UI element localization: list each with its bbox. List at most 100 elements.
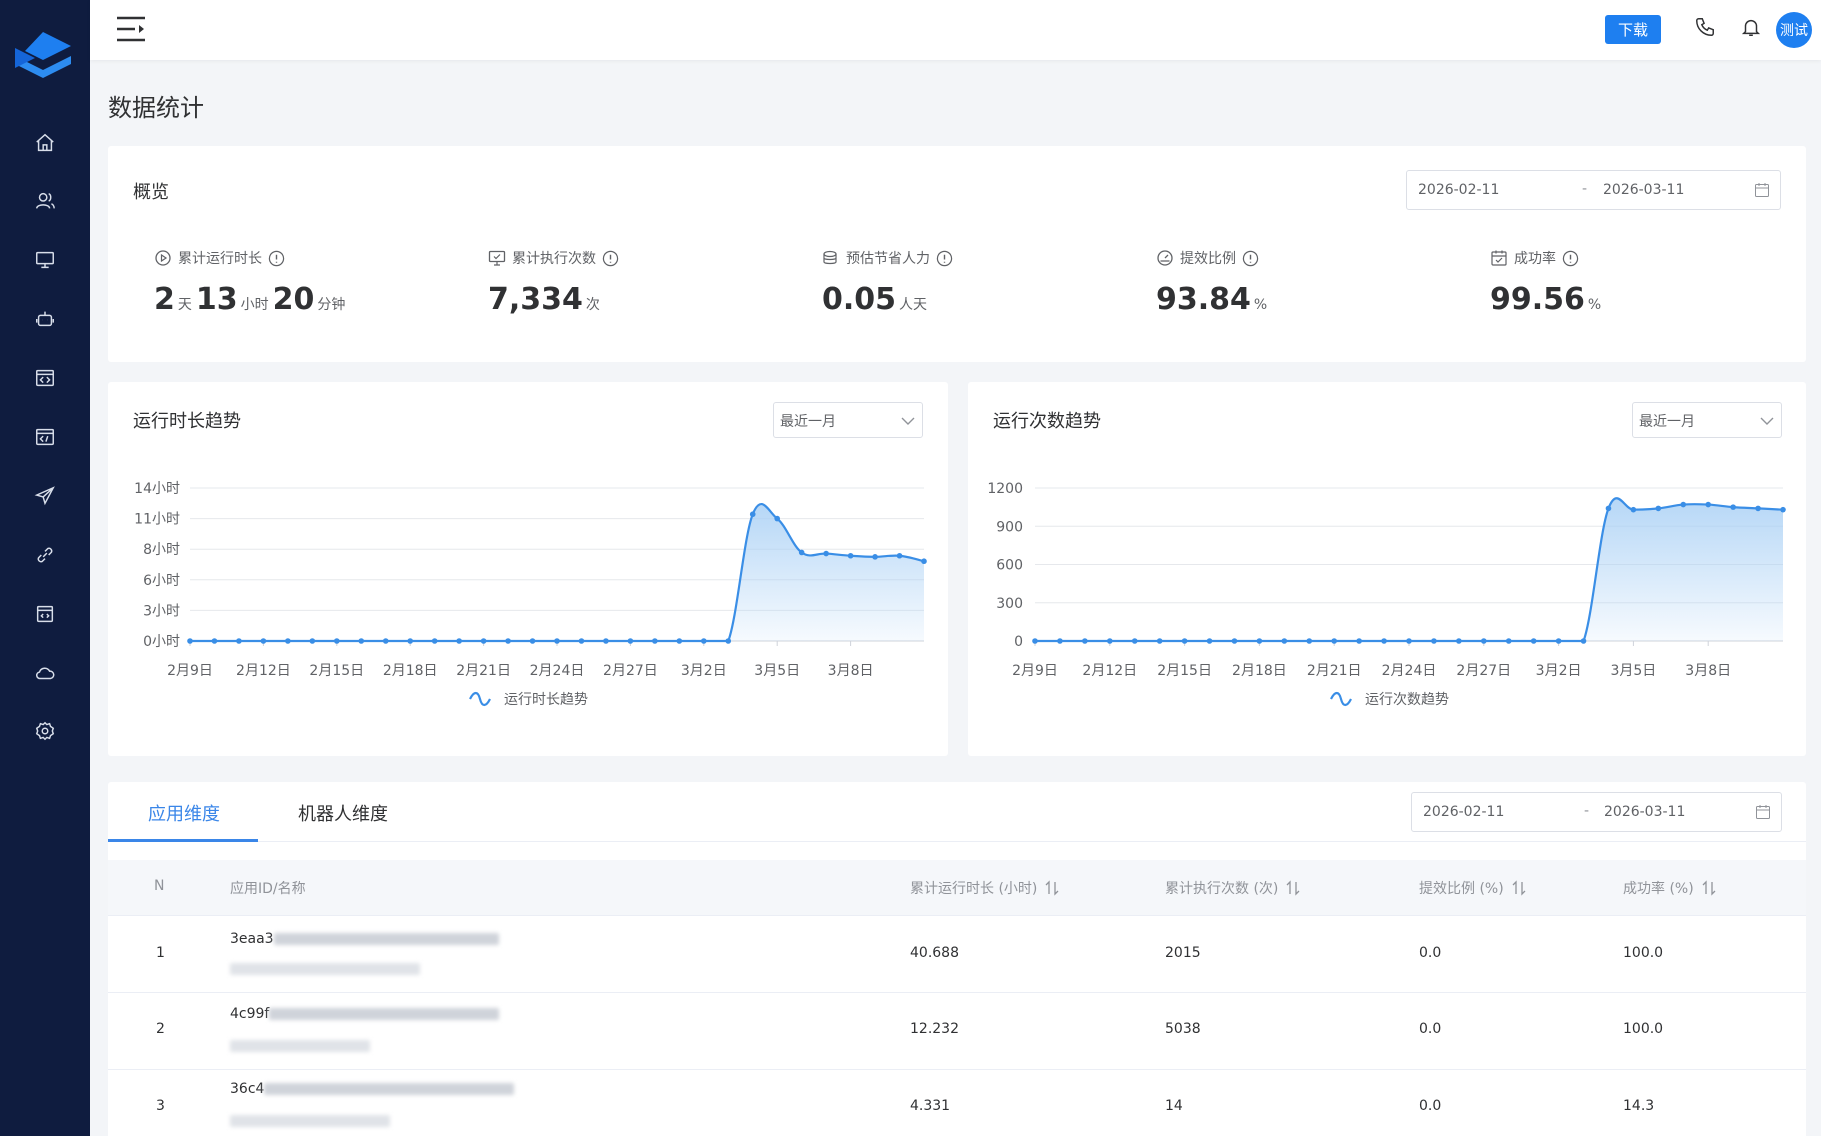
kpi-value: 7,334 次 <box>488 282 600 317</box>
notification-button[interactable] <box>1740 16 1766 42</box>
table-date-range[interactable]: 2026-02-11 - 2026-03-11 <box>1411 792 1782 832</box>
x-tick-label: 2月9日 <box>1012 663 1058 679</box>
sidebar <box>0 0 90 1136</box>
tab-app-dimension[interactable]: 应用维度 <box>148 800 220 826</box>
legend-symbol <box>1330 691 1352 707</box>
nav-cloud[interactable] <box>0 648 90 698</box>
kpi-saved-manpower: 预估节省人力 0.05 人天 <box>822 248 953 317</box>
data-point <box>480 638 487 644</box>
table-row[interactable]: 1 3eaa3 40.688 2015 0.0 100.0 <box>108 917 1806 993</box>
cell-success: 100.0 <box>1623 945 1664 961</box>
y-tick-label: 6小时 <box>143 573 180 589</box>
y-tick-label: 0 <box>1014 634 1023 650</box>
x-tick-label: 2月15日 <box>1157 663 1212 679</box>
duration-range-select[interactable]: 最近一月 <box>773 402 923 438</box>
kpi-exec-count: 累计执行次数 7,334 次 <box>488 248 619 317</box>
x-tick-label: 2月12日 <box>1082 663 1137 679</box>
column-header-count[interactable]: 累计执行次数 (次) <box>1165 878 1300 898</box>
info-icon[interactable] <box>268 250 285 267</box>
data-point <box>334 638 340 644</box>
data-point <box>1107 638 1113 644</box>
menu-toggle-icon[interactable] <box>115 14 147 44</box>
data-point <box>529 638 536 644</box>
y-tick-label: 1200 <box>987 481 1023 497</box>
data-point <box>921 558 927 565</box>
sort-icon[interactable] <box>1286 880 1300 896</box>
data-point <box>382 638 389 644</box>
kpi-value: 93.84% <box>1156 282 1268 317</box>
y-tick-label: 300 <box>996 596 1023 612</box>
page-title: 数据统计 <box>108 94 204 122</box>
nav-robot[interactable] <box>0 294 90 344</box>
robot-icon <box>36 311 54 327</box>
data-point <box>1306 638 1313 644</box>
kpi-value: 0.05 人天 <box>822 282 928 317</box>
data-point <box>358 638 365 644</box>
kpi-success-rate: 成功率 99.56% <box>1490 248 1605 317</box>
data-point <box>1356 638 1362 644</box>
tab-robot-dimension[interactable]: 机器人维度 <box>298 800 388 826</box>
x-tick-label: 3月2日 <box>681 663 727 679</box>
column-header-ratio[interactable]: 提效比例 (%) <box>1419 878 1526 898</box>
data-point <box>1755 505 1761 512</box>
sort-icon[interactable] <box>1045 880 1059 896</box>
sort-icon[interactable] <box>1512 880 1526 896</box>
nav-monitor[interactable] <box>0 235 90 285</box>
avatar[interactable]: 测试 <box>1776 12 1812 48</box>
bell-icon <box>1741 19 1761 36</box>
cell-app-id[interactable]: 4c99f <box>230 1006 500 1022</box>
nav-code-window-2[interactable] <box>0 412 90 462</box>
nav-settings[interactable] <box>0 706 90 756</box>
data-point <box>798 549 805 556</box>
nav-code-file[interactable] <box>0 589 90 639</box>
data-point <box>456 638 462 644</box>
phone-button[interactable] <box>1694 16 1720 42</box>
info-icon[interactable] <box>936 250 953 267</box>
home-icon <box>36 133 54 152</box>
x-tick-label: 3月5日 <box>1610 663 1656 679</box>
monitor-icon <box>36 251 54 269</box>
chevron-down-icon <box>1760 417 1774 425</box>
play-circle-icon <box>155 250 171 266</box>
monitor-icon <box>488 250 506 266</box>
y-tick-label: 8小时 <box>143 542 180 558</box>
date-end: 2026-03-11 <box>1603 182 1685 198</box>
nav-users[interactable] <box>0 176 90 226</box>
legend-label: 运行次数趋势 <box>1365 692 1449 708</box>
data-point <box>1505 638 1512 644</box>
cell-app-name <box>230 1038 370 1054</box>
y-tick-label: 14小时 <box>134 481 180 497</box>
info-icon[interactable] <box>1562 250 1579 267</box>
table-row[interactable]: 3 36c4 4.331 14 0.0 14.3 <box>108 1071 1806 1136</box>
sort-icon[interactable] <box>1702 880 1716 896</box>
x-tick-label: 3月8日 <box>1685 663 1731 679</box>
count-range-select[interactable]: 最近一月 <box>1632 402 1782 438</box>
overview-date-range[interactable]: 2026-02-11 - 2026-03-11 <box>1406 170 1781 210</box>
download-button[interactable]: 下载 <box>1605 15 1661 44</box>
cell-ratio: 0.0 <box>1419 1098 1442 1114</box>
data-point <box>554 638 560 644</box>
kpi-label: 累计执行次数 <box>512 251 596 267</box>
cell-app-id[interactable]: 3eaa3 <box>230 931 499 947</box>
gauge-icon <box>1157 250 1173 266</box>
info-icon[interactable] <box>602 250 619 267</box>
data-point <box>701 638 707 644</box>
series-area <box>190 504 924 641</box>
x-tick-label: 3月5日 <box>754 663 800 679</box>
nav-send[interactable] <box>0 471 90 521</box>
nav-link[interactable] <box>0 530 90 580</box>
data-point <box>1082 638 1088 644</box>
data-point <box>872 554 878 560</box>
info-icon[interactable] <box>1242 250 1259 267</box>
data-point <box>578 638 585 644</box>
column-header-success[interactable]: 成功率 (%) <box>1623 878 1716 898</box>
data-point <box>309 638 316 644</box>
data-point <box>1406 638 1412 644</box>
date-start: 2026-02-11 <box>1423 804 1505 820</box>
nav-code-window-1[interactable] <box>0 353 90 403</box>
nav-home[interactable] <box>0 118 90 168</box>
column-header-duration[interactable]: 累计运行时长 (小时) <box>910 878 1059 898</box>
cell-app-id[interactable]: 36c4 <box>230 1081 515 1097</box>
table-row[interactable]: 2 4c99f 12.232 5038 0.0 100.0 <box>108 994 1806 1070</box>
x-tick-label: 2月24日 <box>530 663 585 679</box>
